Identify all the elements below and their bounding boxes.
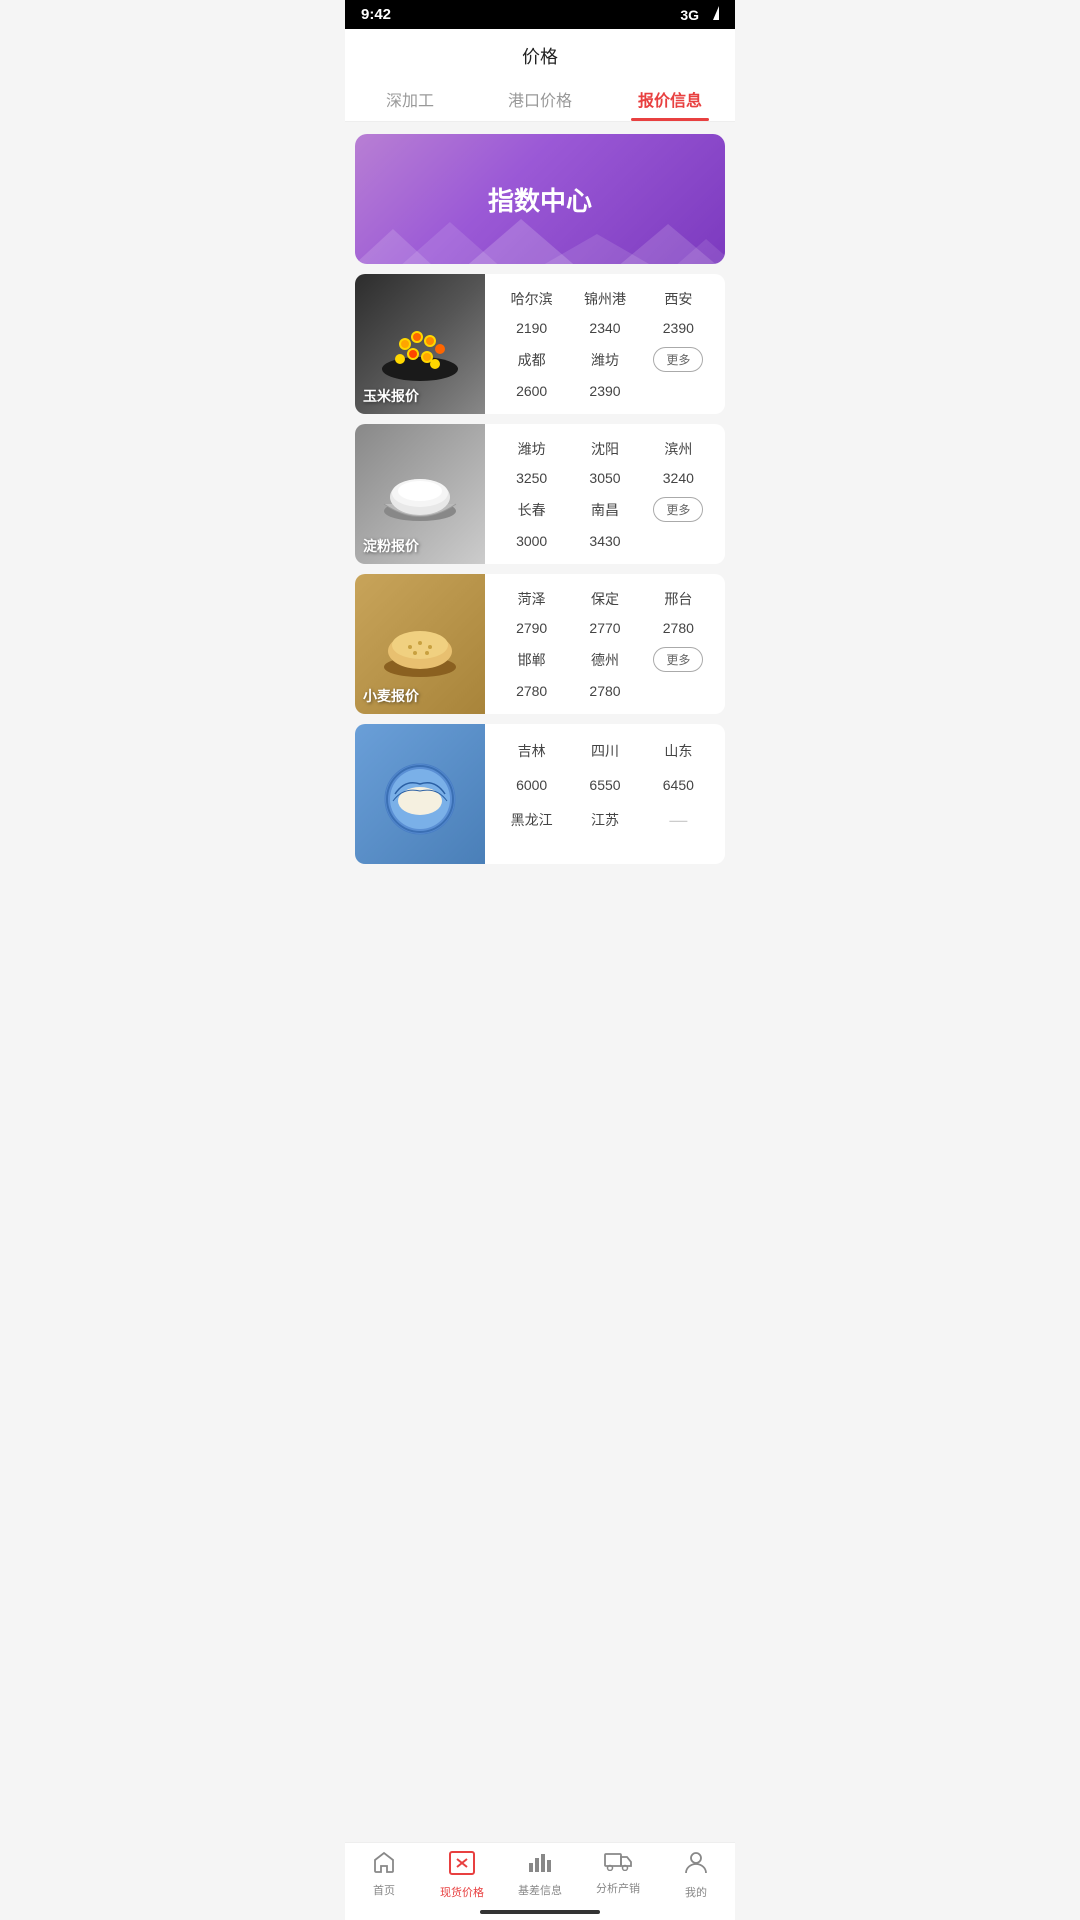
starch-price-2: 3240 bbox=[642, 470, 715, 486]
wheat-price-4: 2780 bbox=[568, 683, 641, 699]
corn-card-data: 哈尔滨 锦州港 西安 2190 2340 2390 成都 潍坊 更多 2600 … bbox=[485, 274, 725, 414]
corn-city-3: 成都 bbox=[495, 350, 568, 370]
user-icon bbox=[685, 1851, 707, 1881]
rice-city-2: 山东 bbox=[642, 741, 715, 761]
rice-city-3: 黑龙江 bbox=[495, 810, 568, 830]
wheat-card-image: 小麦报价 bbox=[355, 574, 485, 714]
corn-illustration bbox=[375, 299, 465, 389]
home-icon bbox=[372, 1851, 396, 1879]
starch-city-4: 南昌 bbox=[568, 500, 641, 520]
corn-price-3: 2600 bbox=[495, 383, 568, 399]
starch-more-btn[interactable]: 更多 bbox=[642, 497, 715, 522]
rice-card-data: 吉林 四川 山东 6000 6550 6450 黑龙江 江苏 — bbox=[485, 724, 725, 864]
corn-price-1: 2340 bbox=[568, 320, 641, 336]
tabs-bar: 深加工 港口价格 报价信息 bbox=[345, 77, 735, 122]
wheat-more-btn[interactable]: 更多 bbox=[642, 647, 715, 672]
nav-analysis[interactable]: 分析产销 bbox=[579, 1851, 657, 1900]
rice-price-0: 6000 bbox=[495, 777, 568, 793]
nav-analysis-label: 分析产销 bbox=[596, 1880, 640, 1896]
basis-icon bbox=[528, 1851, 552, 1879]
rice-price-1: 6550 bbox=[568, 777, 641, 793]
starch-city-1: 沈阳 bbox=[568, 439, 641, 459]
corn-price-2: 2390 bbox=[642, 320, 715, 336]
corn-card-label: 玉米报价 bbox=[363, 386, 419, 406]
network-label: 3G bbox=[680, 7, 699, 23]
rice-city-0: 吉林 bbox=[495, 741, 568, 761]
starch-city-0: 潍坊 bbox=[495, 439, 568, 459]
wheat-card-data: 菏泽 保定 邢台 2790 2770 2780 邯郸 德州 更多 2780 27… bbox=[485, 574, 725, 714]
corn-city-0: 哈尔滨 bbox=[495, 289, 568, 309]
nav-price-label: 现货价格 bbox=[440, 1884, 484, 1900]
status-right: 3G bbox=[680, 6, 719, 23]
status-time: 9:42 bbox=[361, 6, 391, 23]
corn-card-image: 玉米报价 bbox=[355, 274, 485, 414]
nav-home[interactable]: 首页 bbox=[345, 1851, 423, 1900]
starch-card-image: 淀粉报价 bbox=[355, 424, 485, 564]
truck-icon bbox=[604, 1851, 632, 1877]
starch-price-1: 3050 bbox=[568, 470, 641, 486]
rice-city-4: 江苏 bbox=[568, 810, 641, 830]
wheat-card-label: 小麦报价 bbox=[363, 686, 419, 706]
nav-price[interactable]: 现货价格 bbox=[423, 1851, 501, 1900]
rice-illustration bbox=[375, 749, 465, 839]
signal-icon bbox=[703, 6, 719, 23]
home-indicator bbox=[480, 1910, 600, 1914]
wheat-price-0: 2790 bbox=[495, 620, 568, 636]
wheat-price-1: 2770 bbox=[568, 620, 641, 636]
content-area: 指数中心 bbox=[345, 122, 735, 956]
nav-basis[interactable]: 基差信息 bbox=[501, 1851, 579, 1900]
page-header: 价格 bbox=[345, 29, 735, 77]
rice-image-bg bbox=[355, 724, 485, 864]
corn-price-4: 2390 bbox=[568, 383, 641, 399]
wheat-price-3: 2780 bbox=[495, 683, 568, 699]
wheat-price-card: 小麦报价 菏泽 保定 邢台 2790 2770 2780 邯郸 德州 更多 27… bbox=[355, 574, 725, 714]
starch-price-card: 淀粉报价 潍坊 沈阳 滨州 3250 3050 3240 长春 南昌 更多 30… bbox=[355, 424, 725, 564]
tab-deep-processing[interactable]: 深加工 bbox=[345, 87, 475, 121]
starch-card-data: 潍坊 沈阳 滨州 3250 3050 3240 长春 南昌 更多 3000 34… bbox=[485, 424, 725, 564]
tab-port-price[interactable]: 港口价格 bbox=[475, 87, 605, 121]
wheat-city-4: 德州 bbox=[568, 650, 641, 670]
corn-city-2: 西安 bbox=[642, 289, 715, 309]
starch-card-label: 淀粉报价 bbox=[363, 536, 419, 556]
rice-price-2: 6450 bbox=[642, 777, 715, 793]
nav-home-label: 首页 bbox=[373, 1882, 395, 1898]
rice-city-1: 四川 bbox=[568, 741, 641, 761]
rice-card-image: 水稻报价 bbox=[355, 724, 485, 864]
nav-mine[interactable]: 我的 bbox=[657, 1851, 735, 1900]
corn-city-4: 潍坊 bbox=[568, 350, 641, 370]
corn-price-card: 玉米报价 哈尔滨 锦州港 西安 2190 2340 2390 成都 潍坊 更多 … bbox=[355, 274, 725, 414]
wheat-city-3: 邯郸 bbox=[495, 650, 568, 670]
banner[interactable]: 指数中心 bbox=[355, 134, 725, 264]
price-icon bbox=[449, 1851, 475, 1881]
starch-illustration bbox=[375, 449, 465, 539]
status-bar: 9:42 3G bbox=[345, 0, 735, 29]
wheat-price-2: 2780 bbox=[642, 620, 715, 636]
wheat-illustration bbox=[375, 599, 465, 689]
bottom-nav: 首页 现货价格 基差信息 bbox=[345, 1842, 735, 1920]
wheat-city-0: 菏泽 bbox=[495, 589, 568, 609]
rice-price-card: 水稻报价 吉林 四川 山东 6000 6550 6450 黑龙江 江苏 — bbox=[355, 724, 725, 864]
starch-city-3: 长春 bbox=[495, 500, 568, 520]
starch-price-3: 3000 bbox=[495, 533, 568, 549]
starch-city-2: 滨州 bbox=[642, 439, 715, 459]
banner-mountains bbox=[355, 214, 725, 264]
wheat-city-2: 邢台 bbox=[642, 589, 715, 609]
corn-city-1: 锦州港 bbox=[568, 289, 641, 309]
corn-price-0: 2190 bbox=[495, 320, 568, 336]
nav-basis-label: 基差信息 bbox=[518, 1882, 562, 1898]
banner-title: 指数中心 bbox=[488, 181, 592, 218]
page-title: 价格 bbox=[522, 47, 558, 67]
nav-mine-label: 我的 bbox=[685, 1884, 707, 1900]
starch-price-4: 3430 bbox=[568, 533, 641, 549]
corn-more-btn[interactable]: 更多 bbox=[642, 347, 715, 372]
tab-quote-info[interactable]: 报价信息 bbox=[605, 87, 735, 121]
wheat-city-1: 保定 bbox=[568, 589, 641, 609]
starch-price-0: 3250 bbox=[495, 470, 568, 486]
